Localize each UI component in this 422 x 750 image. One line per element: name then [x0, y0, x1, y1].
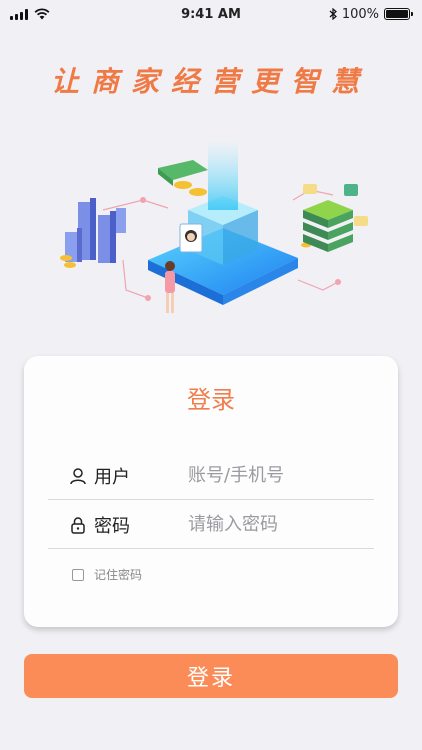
remember-label: 记住密码 [94, 568, 143, 582]
battery-icon [384, 8, 413, 20]
login-button[interactable]: 登录 [24, 654, 398, 698]
login-title: 登录 [187, 386, 235, 414]
remember-password[interactable]: 记住密码 [72, 566, 142, 583]
password-input[interactable] [188, 514, 368, 535]
password-label: 密码 [94, 515, 130, 537]
status-time: 9:41 AM [181, 6, 241, 22]
user-icon [68, 466, 88, 486]
checkbox-icon[interactable] [72, 568, 84, 581]
slogan: 让商家经营更智慧 [50, 65, 371, 98]
login-card: 登录 用户 密码 记住密码 [24, 356, 398, 627]
password-row: 密码 [48, 501, 374, 549]
hero-illustration [60, 140, 368, 313]
lock-icon [68, 515, 88, 535]
username-input[interactable] [188, 465, 368, 486]
status-bar: 9:41 AM 100% [0, 0, 422, 28]
username-row: 用户 [48, 452, 374, 500]
username-label: 用户 [94, 466, 130, 488]
